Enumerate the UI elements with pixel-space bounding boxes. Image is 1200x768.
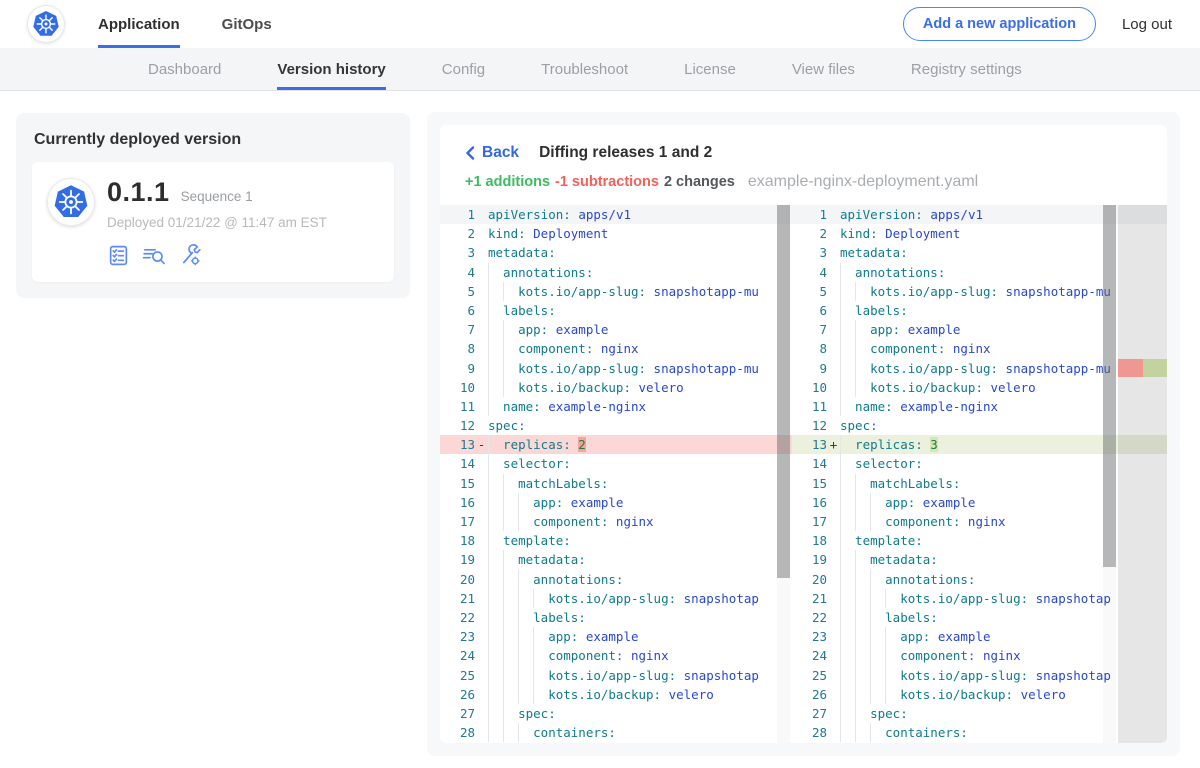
deployed-sequence-label: Sequence 1 (181, 189, 253, 204)
diff-line: 12spec: (440, 416, 792, 435)
add-application-button[interactable]: Add a new application (903, 7, 1096, 41)
back-link[interactable]: Back (465, 144, 519, 162)
logout-link[interactable]: Log out (1122, 16, 1172, 33)
currently-deployed-card: Currently deployed version 0.1.1 Sequenc… (16, 113, 410, 298)
subnav-troubleshoot[interactable]: Troubleshoot (541, 48, 628, 90)
app-kubernetes-icon (48, 179, 94, 225)
configure-icon[interactable] (178, 243, 202, 267)
diff-line: 6labels: (440, 301, 792, 320)
diff-line: 28containers: (440, 723, 792, 742)
diff-line: 3metadata: (440, 243, 792, 262)
view-logs-icon[interactable] (141, 244, 167, 267)
subnav-license[interactable]: License (684, 48, 736, 90)
subnav-view-files[interactable]: View files (792, 48, 855, 90)
diff-overview-ruler (1118, 205, 1167, 743)
additions-count: +1 additions (465, 174, 550, 190)
scrollbar-thumb[interactable] (777, 205, 790, 578)
diff-line: 18template: (440, 531, 792, 550)
diff-line: 25kots.io/app-slug:snapshotap (440, 666, 792, 685)
diff-editor-modified[interactable]: 1apiVersion:apps/v12kind:Deployment3meta… (792, 205, 1167, 743)
diff-card: Back Diffing releases 1 and 2 +1 additio… (440, 125, 1167, 743)
kubernetes-logo-icon (28, 6, 64, 42)
diff-line: 10kots.io/backup:velero (440, 378, 792, 397)
subnav-dashboard[interactable]: Dashboard (148, 48, 221, 90)
diff-line: 26kots.io/backup:velero (440, 685, 792, 704)
top-tabs: Application GitOps (98, 0, 272, 48)
diff-line: 11name:example-nginx (440, 397, 792, 416)
diff-line: 14selector: (440, 454, 792, 473)
diff-line: 27spec: (440, 704, 792, 723)
diff-line: 22labels: (440, 608, 792, 627)
diff-line: 4annotations: (440, 263, 792, 282)
diff-section-wrapper: Back Diffing releases 1 and 2 +1 additio… (427, 112, 1180, 756)
tab-gitops[interactable]: GitOps (222, 0, 272, 48)
top-navbar: Application GitOps Add a new application… (0, 0, 1200, 48)
ruler-deletion-mark (1118, 359, 1143, 377)
ruler-addition-mark (1143, 359, 1167, 377)
diff-filename: example-nginx-deployment.yaml (748, 173, 978, 191)
changes-count: 2 changes (664, 174, 735, 190)
chevron-left-icon (465, 146, 475, 160)
release-notes-icon[interactable] (107, 244, 130, 267)
diff-title: Diffing releases 1 and 2 (539, 144, 712, 162)
deployed-version-tile: 0.1.1 Sequence 1 Deployed 01/21/22 @ 11:… (32, 162, 394, 282)
diff-line: 8component:nginx (440, 339, 792, 358)
diff-line: 5kots.io/app-slug:snapshotapp-mu (440, 282, 792, 301)
diff-line: 9kots.io/app-slug:snapshotapp-mu (440, 359, 792, 378)
deployed-version-number: 0.1.1 (107, 177, 170, 208)
diff-line: 13-replicas:2 (440, 435, 792, 454)
diff-line: 21kots.io/app-slug:snapshotap (440, 589, 792, 608)
diff-line: 17component:nginx (440, 512, 792, 531)
diff-line: 19metadata: (440, 550, 792, 569)
app-subnav: Dashboard Version history Config Trouble… (0, 48, 1200, 91)
subnav-registry-settings[interactable]: Registry settings (911, 48, 1022, 90)
diff-editor-original[interactable]: 1apiVersion:apps/v12kind:Deployment3meta… (440, 205, 792, 743)
subnav-version-history[interactable]: Version history (277, 48, 385, 90)
diff-editors: 1apiVersion:apps/v12kind:Deployment3meta… (440, 205, 1167, 743)
diff-line: 24component:nginx (440, 646, 792, 665)
app-logo (0, 0, 98, 48)
subnav-config[interactable]: Config (442, 48, 485, 90)
diff-line: 16app:example (440, 493, 792, 512)
deployed-card-title: Currently deployed version (34, 131, 392, 149)
diff-line: 1apiVersion:apps/v1 (440, 205, 792, 224)
diff-line: 7app:example (440, 320, 792, 339)
diff-line: 20annotations: (440, 570, 792, 589)
tab-application[interactable]: Application (98, 0, 180, 48)
diff-line: 23app:example (440, 627, 792, 646)
deployed-timestamp: Deployed 01/21/22 @ 11:47 am EST (107, 215, 327, 230)
diff-line: 2kind:Deployment (440, 224, 792, 243)
diff-line: 15matchLabels: (440, 474, 792, 493)
scrollbar-thumb[interactable] (1103, 205, 1116, 567)
subtractions-count: -1 subtractions (555, 174, 659, 190)
